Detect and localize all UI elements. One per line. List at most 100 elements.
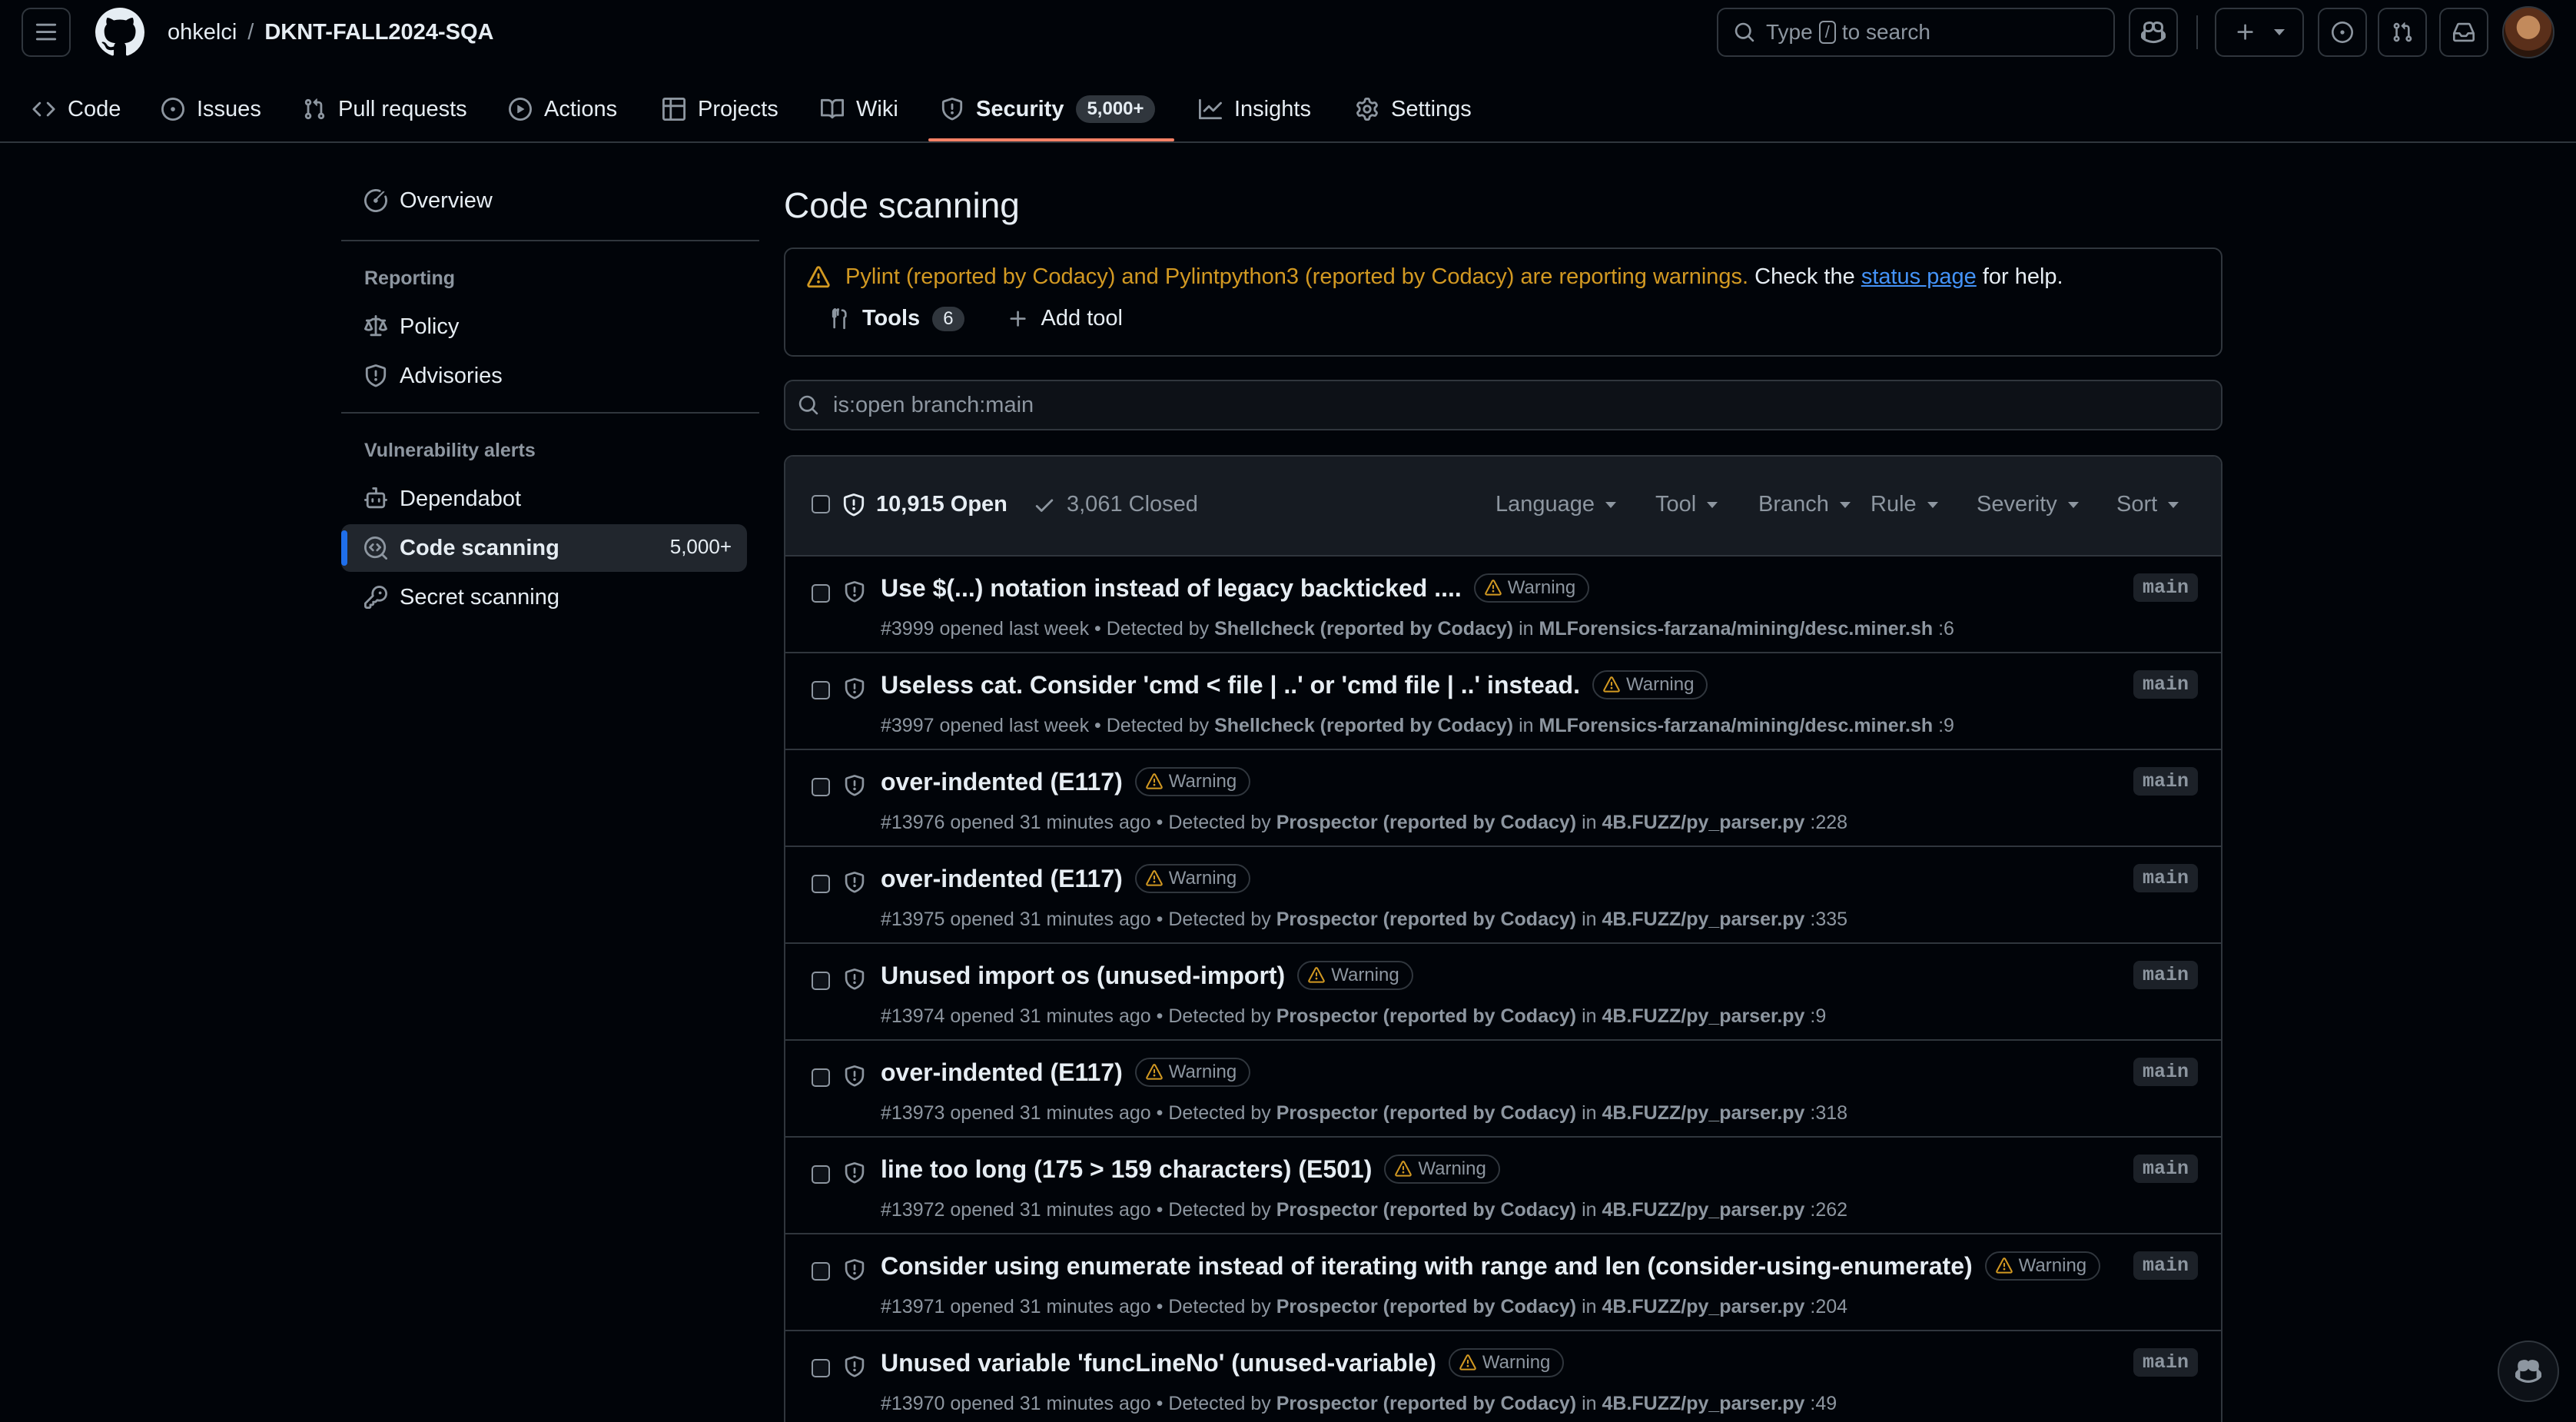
key-icon <box>364 586 387 609</box>
alert-filter-input[interactable]: is:open branch:main <box>784 380 2222 430</box>
alert-title-link[interactable]: line too long (175 > 159 characters) (E5… <box>881 1155 1372 1184</box>
tab-actions[interactable]: Actions <box>509 77 617 141</box>
closed-alerts-filter[interactable]: 3,061 Closed <box>1033 492 1198 517</box>
sidebar-item-dependabot[interactable]: Dependabot <box>341 475 747 523</box>
tool-filter-dropdown[interactable]: Tool <box>1655 492 1718 517</box>
severity-label: Warning <box>1331 965 1399 985</box>
open-alerts-filter[interactable]: 10,915 Open <box>842 492 1007 517</box>
branch-label: main <box>2133 670 2198 699</box>
rule-filter-dropdown[interactable]: Rule <box>1871 492 1938 517</box>
notifications-button[interactable] <box>2439 8 2488 57</box>
tab-insights[interactable]: Insights <box>1199 77 1311 141</box>
tab-pull-requests[interactable]: Pull requests <box>303 77 467 141</box>
github-logo-icon[interactable] <box>95 8 144 57</box>
breadcrumb-separator: / <box>247 20 254 45</box>
alert-checkbox[interactable] <box>812 1359 830 1377</box>
tab-insights-label: Insights <box>1234 96 1311 121</box>
filter-label: Rule <box>1871 492 1917 517</box>
tab-code[interactable]: Code <box>32 77 121 141</box>
alert-title-link[interactable]: Consider using enumerate instead of iter… <box>881 1252 1973 1281</box>
language-filter-dropdown[interactable]: Language <box>1495 492 1617 517</box>
alert-opened: opened 31 minutes ago <box>950 1102 1151 1124</box>
severity-badge: Warning <box>1297 961 1413 990</box>
sidebar-item-secret-scanning[interactable]: Secret scanning <box>341 573 747 621</box>
alert-row[interactable]: Unused import os (unused-import) Warning #… <box>785 944 2221 1041</box>
sort-dropdown[interactable]: Sort <box>2116 492 2179 517</box>
check-the-text: Check the <box>1754 264 1855 289</box>
branch-filter-dropdown[interactable]: Branch <box>1758 492 1851 517</box>
detected-by-label: Detected by <box>1168 812 1271 833</box>
alert-row[interactable]: over-indented (E117) Warning #13975 opened… <box>785 847 2221 944</box>
alert-checkbox[interactable] <box>812 1068 830 1087</box>
alert-title-link[interactable]: Useless cat. Consider 'cmd < file | ..' … <box>881 671 1580 699</box>
sidebar-heading-vulnerability-alerts: Vulnerability alerts <box>364 440 536 461</box>
alert-checkbox[interactable] <box>812 1165 830 1184</box>
alert-checkbox[interactable] <box>812 972 830 990</box>
severity-badge: Warning <box>1384 1155 1500 1184</box>
alert-checkbox[interactable] <box>812 681 830 699</box>
alert-row[interactable]: Consider using enumerate instead of iter… <box>785 1234 2221 1331</box>
copilot-button[interactable] <box>2129 8 2178 57</box>
branch-label: main <box>2133 767 2198 796</box>
branch-label: main <box>2133 573 2198 602</box>
sidebar-item-advisories[interactable]: Advisories <box>341 352 747 400</box>
tab-issues[interactable]: Issues <box>161 77 261 141</box>
severity-label: Warning <box>1418 1158 1486 1179</box>
alert-title-link[interactable]: Unused variable 'funcLineNo' (unused-var… <box>881 1349 1436 1377</box>
alert-title-link[interactable]: Use $(...) notation instead of legacy ba… <box>881 574 1462 603</box>
graph-icon <box>1199 98 1222 120</box>
hamburger-menu-button[interactable] <box>22 8 71 57</box>
create-new-button[interactable] <box>2215 8 2304 57</box>
alert-checkbox[interactable] <box>812 584 830 603</box>
sidebar-item-policy[interactable]: Policy <box>341 303 747 351</box>
alert-row[interactable]: Use $(...) notation instead of legacy ba… <box>785 557 2221 653</box>
tab-settings[interactable]: Settings <box>1356 77 1472 141</box>
alert-row[interactable]: over-indented (E117) Warning #13976 opened… <box>785 750 2221 847</box>
copilot-chat-button[interactable] <box>2498 1341 2559 1402</box>
alert-icon <box>1145 773 1163 790</box>
sidebar-heading-reporting: Reporting <box>364 267 456 289</box>
tools-button[interactable]: Tools 6 Add tool <box>828 306 1123 331</box>
add-tool-button[interactable]: Add tool <box>1007 306 1123 331</box>
your-pull-requests-button[interactable] <box>2378 8 2427 57</box>
severity-label: Warning <box>1168 771 1237 792</box>
codescan-icon <box>364 537 387 560</box>
branch-label: main <box>2133 961 2198 989</box>
alert-row[interactable]: Useless cat. Consider 'cmd < file | ..' … <box>785 653 2221 750</box>
branch-label: main <box>2133 1155 2198 1183</box>
alert-title-link[interactable]: over-indented (E117) <box>881 1058 1123 1087</box>
alert-checkbox[interactable] <box>812 875 830 893</box>
alert-row[interactable]: Unused variable 'funcLineNo' (unused-var… <box>785 1331 2221 1422</box>
severity-filter-dropdown[interactable]: Severity <box>1977 492 2079 517</box>
select-all-checkbox[interactable] <box>812 495 830 513</box>
in-label: in <box>1582 1102 1597 1124</box>
page-title: Code scanning <box>784 185 1020 225</box>
status-page-link[interactable]: status page <box>1861 264 1977 289</box>
alert-title-link[interactable]: over-indented (E117) <box>881 768 1123 796</box>
repo-owner-link[interactable]: ohkelci <box>168 20 237 45</box>
user-avatar[interactable] <box>2502 6 2554 58</box>
alert-file-path: 4B.FUZZ/py_parser.py <box>1602 1393 1805 1414</box>
alert-checkbox[interactable] <box>812 1262 830 1281</box>
repo-name-link[interactable]: DKNT-FALL2024-SQA <box>264 20 493 45</box>
alert-meta: #3997 opened last week • Detected by She… <box>881 715 1954 736</box>
alert-opened: opened 31 minutes ago <box>950 1005 1151 1027</box>
tab-projects[interactable]: Projects <box>662 77 778 141</box>
tab-security[interactable]: Security 5,000+ <box>941 77 1155 141</box>
triangle-down-icon <box>1605 501 1617 508</box>
your-issues-button[interactable] <box>2318 8 2367 57</box>
sidebar-item-overview[interactable]: Overview <box>341 177 747 224</box>
alert-title-link[interactable]: Unused import os (unused-import) <box>881 962 1285 990</box>
alert-title-link[interactable]: over-indented (E117) <box>881 865 1123 893</box>
sidebar-item-code-scanning[interactable]: Code scanning 5,000+ <box>341 524 747 572</box>
code-scanning-count: 5,000+ <box>669 535 732 558</box>
global-search-input[interactable]: Type / to search <box>1717 8 2115 57</box>
filter-label: Sort <box>2116 492 2158 517</box>
alert-checkbox[interactable] <box>812 778 830 796</box>
alert-row[interactable]: over-indented (E117) Warning #13973 opened… <box>785 1041 2221 1138</box>
tab-wiki[interactable]: Wiki <box>821 77 898 141</box>
alert-opened: opened 31 minutes ago <box>950 812 1151 833</box>
alert-icon <box>1145 1064 1163 1081</box>
alert-row[interactable]: line too long (175 > 159 characters) (E5… <box>785 1138 2221 1234</box>
alert-icon <box>1308 967 1325 984</box>
